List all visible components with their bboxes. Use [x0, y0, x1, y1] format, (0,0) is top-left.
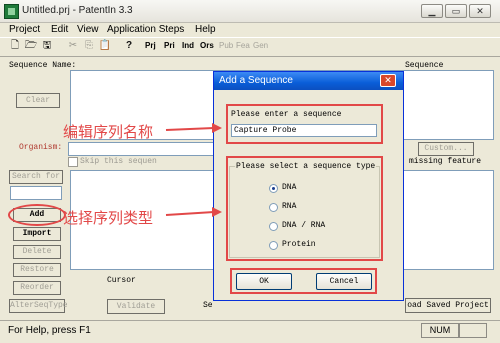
arrow-to-name-box	[165, 123, 222, 133]
arrow-to-type-box	[165, 207, 222, 217]
annotation-arrows	[165, 123, 222, 217]
